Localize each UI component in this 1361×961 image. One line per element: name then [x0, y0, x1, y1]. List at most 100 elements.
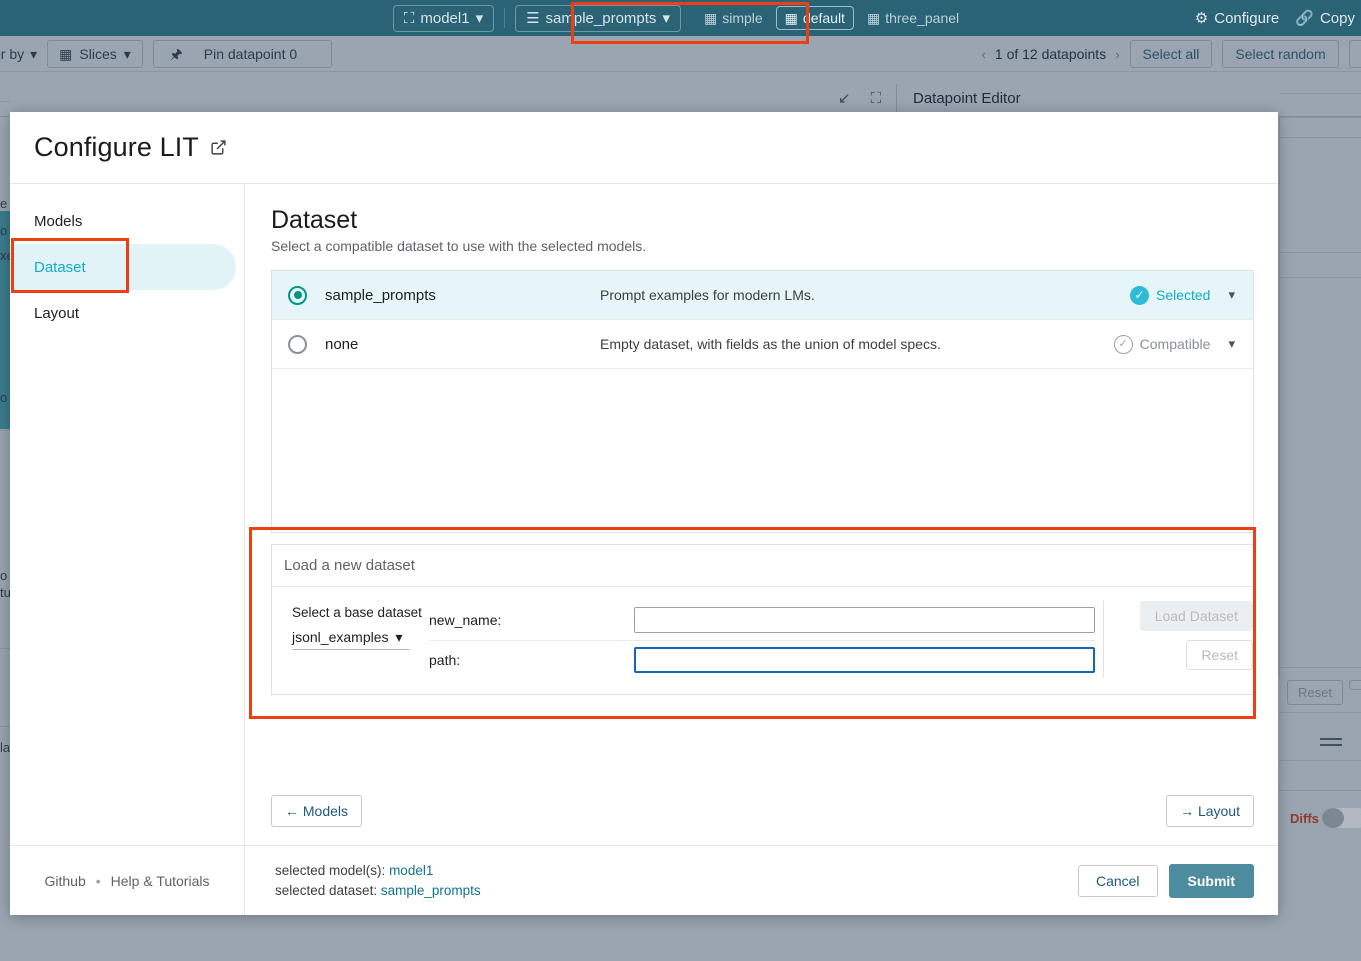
- dataset-radio-none[interactable]: [288, 335, 307, 354]
- content-heading: Dataset: [271, 206, 1254, 235]
- footer-links: Github • Help & Tutorials: [10, 846, 245, 915]
- app-sub-toolbar: Color by ▾ ▦ Slices ▾ 🖈 Pin datapoint 0 …: [0, 36, 1361, 72]
- dataset-row[interactable]: sample_prompts Prompt examples for moder…: [272, 271, 1253, 320]
- dialog-header: Configure LIT: [10, 112, 1278, 184]
- chevron-down-icon: ▾: [396, 630, 403, 644]
- slices-button[interactable]: ▦ Slices ▾: [47, 40, 143, 68]
- gear-icon: ⚙: [1195, 11, 1208, 26]
- cancel-button[interactable]: Cancel: [1078, 865, 1158, 897]
- dialog-footer: Github • Help & Tutorials selected model…: [10, 845, 1278, 915]
- github-link[interactable]: Github: [45, 873, 86, 889]
- minimize-icon[interactable]: ↙: [838, 91, 851, 106]
- dialog-sidebar: Models Dataset Layout: [10, 184, 245, 845]
- copy-link-button[interactable]: 🔗 Copy: [1295, 10, 1355, 27]
- new-name-input[interactable]: [634, 607, 1095, 633]
- select-random-button[interactable]: Select random: [1222, 40, 1338, 68]
- base-dataset-select[interactable]: jsonl_examples ▾: [292, 629, 410, 650]
- diffs-toggle[interactable]: [1322, 808, 1361, 828]
- background-reset-button[interactable]: Reset: [1287, 680, 1343, 705]
- next-layout-button[interactable]: → Layout: [1166, 795, 1254, 827]
- app-top-toolbar: ⛶ model1 ▾ ☰ sample_prompts ▾ ▦ simple ▦…: [0, 0, 1361, 36]
- next-datapoint-button[interactable]: ›: [1115, 47, 1119, 62]
- background-divider: [1279, 667, 1361, 668]
- sidebar-item-dataset[interactable]: Dataset: [10, 244, 236, 290]
- module-divider: [896, 84, 897, 113]
- background-divider: [1279, 277, 1361, 278]
- pin-datapoint-button[interactable]: 🖈 Pin datapoint 0: [153, 40, 332, 68]
- load-new-dataset-section: Load a new dataset Select a base dataset…: [271, 544, 1254, 695]
- background-text-fragment: o: [0, 390, 7, 405]
- link-icon: 🔗: [1295, 11, 1314, 26]
- content-subheading: Select a compatible dataset to use with …: [271, 238, 1254, 254]
- content-navigation-row: ← Models → Layout: [271, 795, 1254, 845]
- background-divider: [0, 648, 10, 649]
- background-divider: [0, 430, 10, 431]
- footer-separator: •: [96, 873, 101, 889]
- color-by-selector[interactable]: Color by ▾: [0, 46, 37, 62]
- selected-models-value[interactable]: model1: [389, 863, 433, 878]
- background-text-fragment: o: [0, 568, 7, 583]
- sidebar-item-models[interactable]: Models: [10, 198, 236, 244]
- background-divider: [1279, 117, 1361, 118]
- configure-button[interactable]: ⚙ Configure: [1195, 10, 1280, 27]
- datapoint-navigator: ‹ 1 of 12 datapoints ›: [982, 46, 1120, 62]
- dataset-description: Empty dataset, with fields as the union …: [600, 336, 1114, 352]
- dataset-selector[interactable]: ☰ sample_prompts ▾: [515, 5, 681, 32]
- configure-button-label: Configure: [1214, 10, 1279, 27]
- drag-handle[interactable]: [1320, 738, 1342, 740]
- pin-datapoint-label: Pin datapoint 0: [204, 46, 297, 62]
- expand-icon[interactable]: ⛶: [871, 91, 882, 106]
- sidebar-item-models-label: Models: [34, 213, 82, 230]
- base-dataset-value: jsonl_examples: [292, 629, 389, 645]
- background-divider: [0, 726, 10, 727]
- chevron-down-icon[interactable]: ▾: [1228, 287, 1235, 303]
- prev-datapoint-button[interactable]: ‹: [982, 47, 986, 62]
- submit-button[interactable]: Submit: [1169, 864, 1254, 898]
- layout-option-three-panel[interactable]: ▦ three_panel: [858, 6, 968, 30]
- dataset-icon: ☰: [526, 11, 539, 26]
- dataset-radio-sample-prompts[interactable]: [288, 286, 307, 305]
- footer-selection-status: selected model(s): model1 selected datas…: [245, 861, 1078, 900]
- external-link-icon[interactable]: [210, 139, 227, 156]
- help-tutorials-link[interactable]: Help & Tutorials: [111, 873, 210, 889]
- background-divider: [1279, 760, 1361, 761]
- dataset-status-badge: ✓ Selected: [1130, 286, 1210, 305]
- layout-option-simple[interactable]: ▦ simple: [695, 6, 772, 30]
- dataset-status-badge: ✓ Compatible: [1114, 335, 1211, 354]
- dataset-row[interactable]: none Empty dataset, with fields as the u…: [272, 320, 1253, 369]
- clear-selection-button[interactable]: Clear s: [1349, 40, 1361, 68]
- sidebar-item-layout[interactable]: Layout: [10, 290, 236, 336]
- chevron-down-icon: ▾: [124, 47, 131, 61]
- selected-dataset-value[interactable]: sample_prompts: [381, 883, 481, 898]
- dataset-name: sample_prompts: [325, 287, 600, 304]
- prev-models-button[interactable]: ← Models: [271, 795, 362, 827]
- chevron-down-icon[interactable]: ▾: [1228, 336, 1235, 352]
- background-divider: [1279, 252, 1361, 253]
- reset-button[interactable]: Reset: [1186, 640, 1253, 670]
- sidebar-item-layout-label: Layout: [34, 305, 79, 322]
- selected-models-label: selected model(s):: [275, 863, 385, 878]
- model-selector-label: model1: [420, 10, 469, 27]
- chevron-down-icon: ▾: [662, 11, 670, 26]
- select-all-button[interactable]: Select all: [1130, 40, 1213, 68]
- background-extra-button[interactable]: [1349, 680, 1361, 690]
- base-dataset-label: Select a base dataset: [292, 605, 429, 620]
- background-divider: [1279, 790, 1361, 791]
- path-input[interactable]: [634, 647, 1095, 673]
- check-circle-outline-icon: ✓: [1114, 335, 1133, 354]
- configure-lit-dialog: Configure LIT Models Dataset Layout Data…: [10, 112, 1278, 915]
- dataset-description: Prompt examples for modern LMs.: [600, 287, 1130, 303]
- check-circle-filled-icon: ✓: [1130, 286, 1149, 305]
- background-divider: [1279, 117, 1280, 677]
- layout-option-default-label: default: [803, 10, 845, 26]
- layout-switcher: ▦ simple ▦ default ▦ three_panel: [695, 6, 968, 30]
- layout-option-simple-label: simple: [722, 10, 762, 26]
- slices-label: Slices: [79, 46, 116, 62]
- model-selector[interactable]: ⛶ model1 ▾: [393, 5, 494, 32]
- drag-handle[interactable]: [1320, 744, 1342, 746]
- layout-option-default[interactable]: ▦ default: [776, 6, 854, 30]
- datapoint-counter: 1 of 12 datapoints: [995, 46, 1106, 62]
- field-row-new-name: new_name:: [429, 601, 1095, 639]
- background-text-fragment: o: [0, 223, 7, 238]
- load-dataset-button[interactable]: Load Dataset: [1140, 601, 1253, 631]
